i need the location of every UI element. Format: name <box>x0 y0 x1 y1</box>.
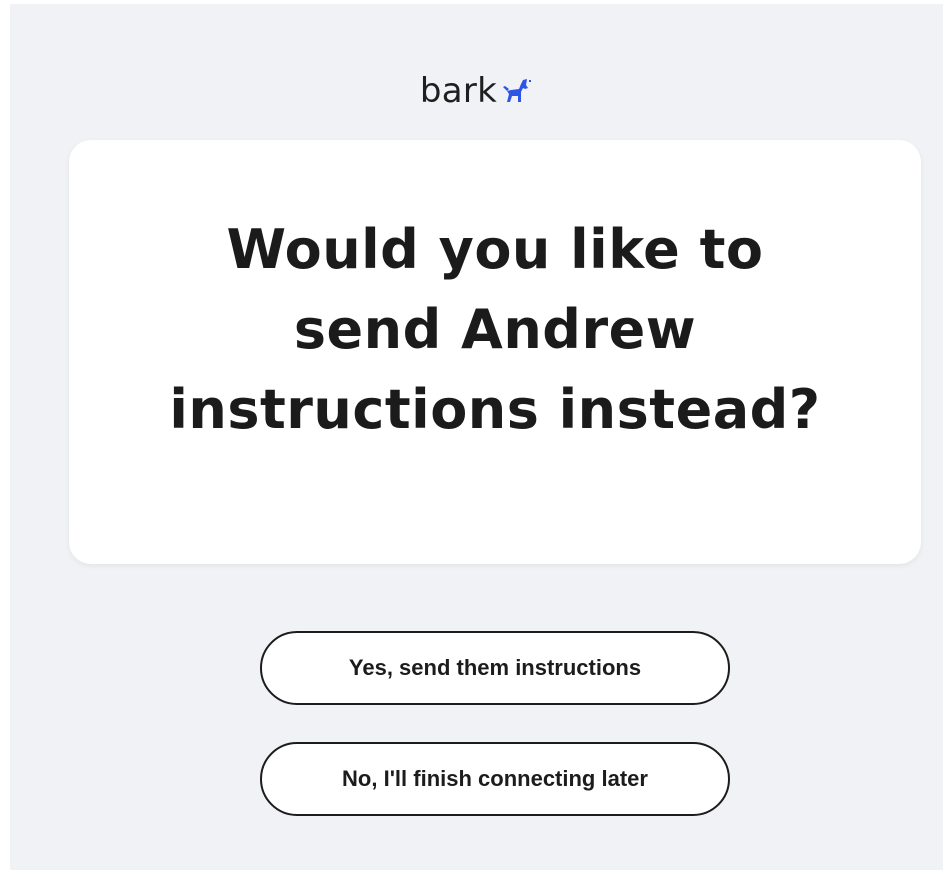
prompt-card: Would you like to send Andrew instructio… <box>69 140 921 564</box>
bark-logo: bark <box>10 74 943 108</box>
finish-later-button[interactable]: No, I'll finish connecting later <box>260 742 730 816</box>
app-screen: bark Would you like to send Andrew instr… <box>10 4 943 870</box>
dialog-title: Would you like to send Andrew instructio… <box>169 218 821 441</box>
logo-wordmark: bark <box>419 71 498 111</box>
send-instructions-button[interactable]: Yes, send them instructions <box>260 631 730 705</box>
dog-icon <box>501 76 533 108</box>
